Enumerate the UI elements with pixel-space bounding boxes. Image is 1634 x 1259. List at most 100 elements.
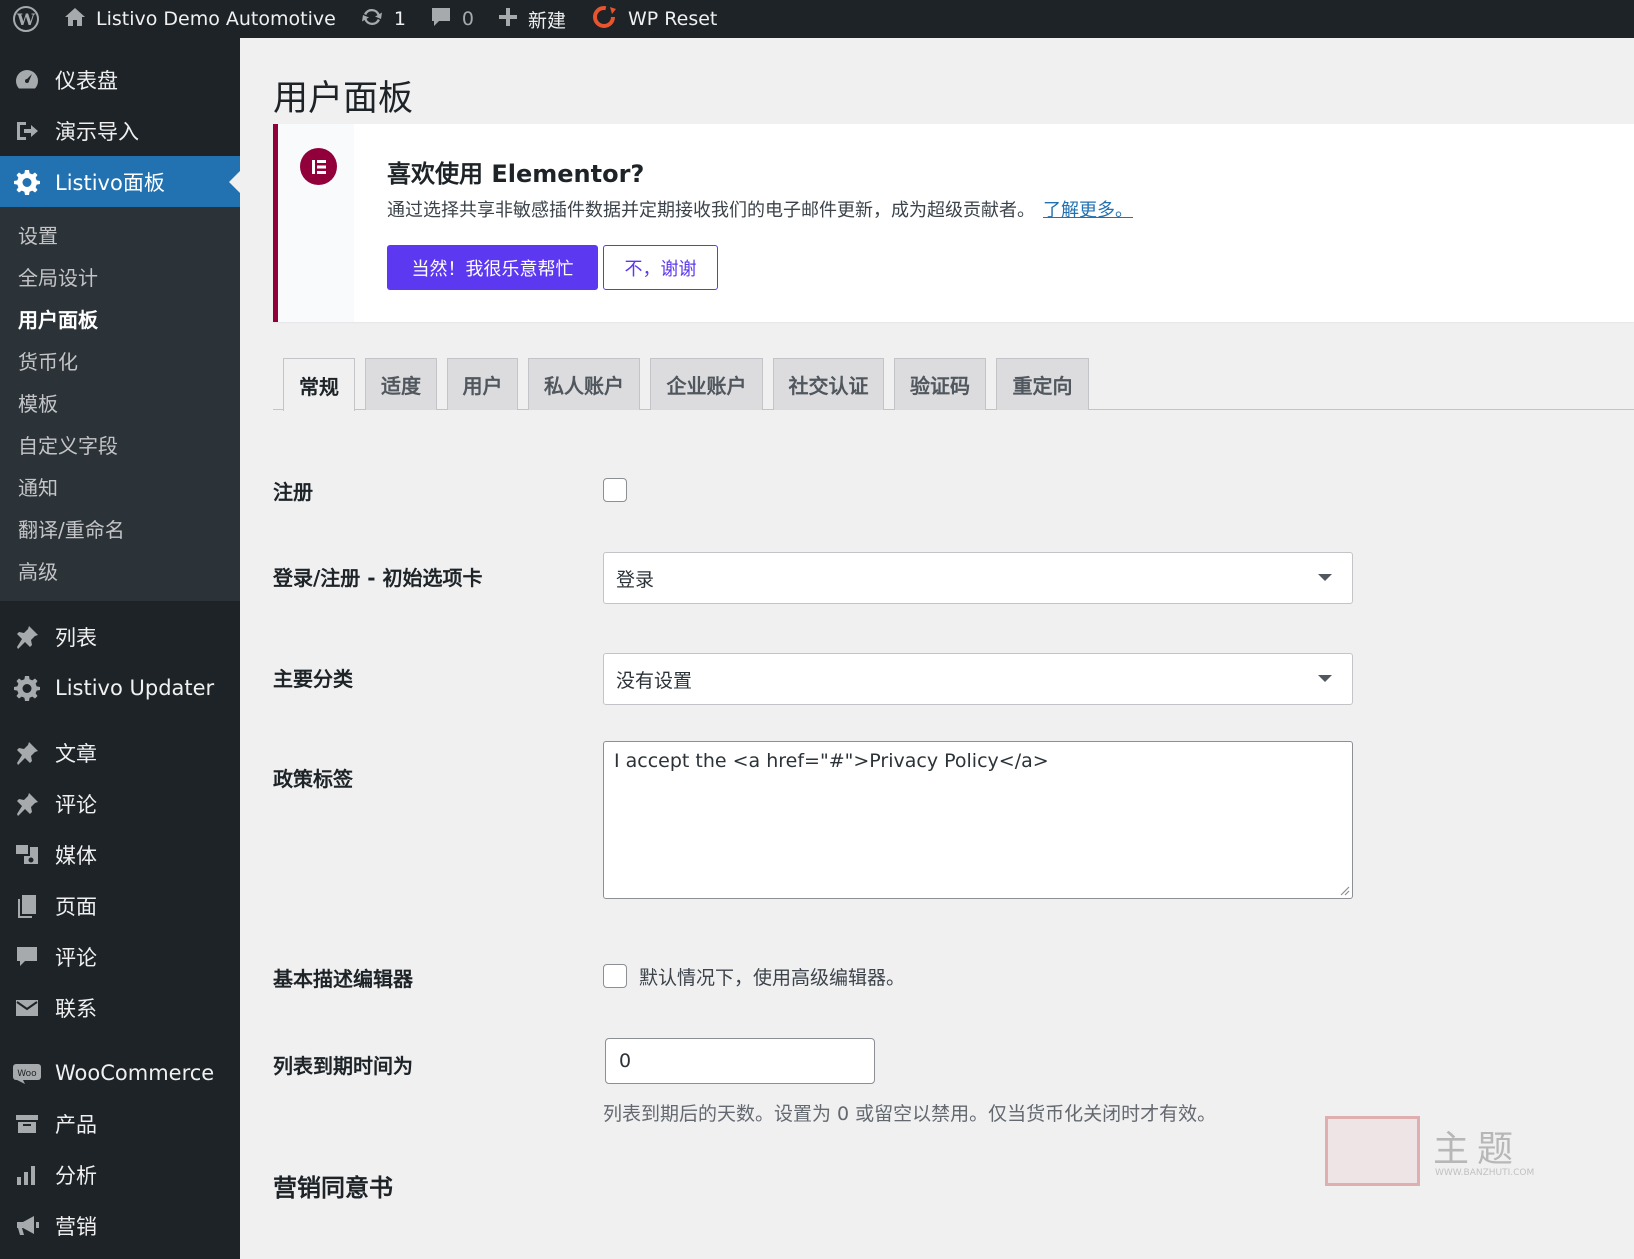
menu-dashboard[interactable]: 仪表盘 (0, 54, 240, 105)
main-category-select[interactable]: 没有设置 (603, 653, 1353, 705)
menu-woocommerce[interactable]: Woo WooCommerce (0, 1047, 240, 1098)
comment-icon (430, 6, 452, 33)
initial-tab-select[interactable]: 登录 (603, 552, 1353, 604)
accept-share-button[interactable]: 当然！我很乐意帮忙 (387, 245, 598, 290)
menu-listivo-updater[interactable]: Listivo Updater (0, 662, 240, 713)
marketing-consent-heading: 营销同意书 (273, 1174, 393, 1202)
tab-general[interactable]: 常规 (283, 358, 355, 411)
wp-reset-icon (590, 5, 618, 34)
advanced-editor-checkbox[interactable] (603, 964, 627, 988)
elementor-logo-icon (300, 148, 337, 185)
menu-marketing-label: 营销 (55, 1214, 97, 1239)
menu-dashboard-label: 仪表盘 (55, 68, 118, 93)
dashboard-icon (13, 66, 41, 94)
submenu-item-user-panel[interactable]: 用户面板 (0, 299, 240, 341)
menu-contact[interactable]: 联系 (0, 982, 240, 1033)
woocommerce-icon: Woo (13, 1059, 41, 1087)
plus-icon (498, 7, 518, 32)
initial-tab-value: 登录 (616, 568, 655, 591)
admin-bar: W Listivo Demo Automotive 1 0 新建 WP Rese… (0, 0, 1634, 38)
submenu-item-global-design[interactable]: 全局设计 (0, 257, 240, 299)
menu-reviews-label: 评论 (55, 792, 97, 817)
menu-posts[interactable]: 文章 (0, 727, 240, 778)
menu-products[interactable]: 产品 (0, 1098, 240, 1149)
comments-link[interactable]: 0 (418, 0, 486, 38)
policy-label: 政策标签 (273, 767, 353, 791)
tab-users[interactable]: 用户 (447, 358, 518, 410)
main-content: 用户面板 喜欢使用 Elementor? 通过选择共享非敏感插件数据并定期接收我… (240, 38, 1634, 1259)
page-title: 用户面板 (273, 79, 414, 119)
menu-reviews[interactable]: 评论 (0, 778, 240, 829)
menu-comments-label: 评论 (55, 945, 97, 970)
notice-title: 喜欢使用 Elementor? (387, 160, 645, 188)
editor-label: 基本描述编辑器 (273, 967, 413, 991)
policy-text: I accept the <a href="#">Privacy Policy<… (614, 750, 1049, 772)
menu-pages-label: 页面 (55, 894, 97, 919)
svg-text:Woo: Woo (17, 1069, 37, 1079)
decline-button[interactable]: 不，谢谢 (603, 245, 718, 290)
updates-link[interactable]: 1 (348, 0, 418, 38)
tab-private-account[interactable]: 私人账户 (528, 358, 640, 410)
menu-listivo-panel[interactable]: Listivo面板 (0, 156, 240, 207)
submenu-item-custom-fields[interactable]: 自定义字段 (0, 425, 240, 467)
registration-label: 注册 (273, 480, 313, 504)
expire-days-input[interactable]: 0 (605, 1038, 875, 1084)
settings-tabs: 常规 适度 用户 私人账户 企业账户 社交认证 验证码 重定向 (273, 358, 1634, 411)
watermark-text: 主题 (1433, 1129, 1522, 1170)
notice-text: 通过选择共享非敏感插件数据并定期接收我们的电子邮件更新，成为超级贡献者。 了解更多… (387, 196, 1133, 222)
expire-help-text: 列表到期后的天数。设置为 0 或留空以禁用。仅当货币化关闭时才有效。 (603, 1103, 1217, 1125)
svg-text:W: W (16, 10, 36, 29)
new-label: 新建 (528, 9, 567, 32)
tab-social-auth[interactable]: 社交认证 (773, 358, 884, 410)
tab-business-account[interactable]: 企业账户 (650, 358, 763, 410)
menu-comments[interactable]: 评论 (0, 931, 240, 982)
menu-listings-label: 列表 (55, 625, 97, 650)
submenu-item-advanced[interactable]: 高级 (0, 551, 240, 593)
updates-icon (360, 6, 384, 33)
menu-demo-import[interactable]: 演示导入 (0, 105, 240, 156)
submenu-item-notifications[interactable]: 通知 (0, 467, 240, 509)
menu-products-label: 产品 (55, 1112, 97, 1137)
pin-icon (13, 739, 41, 767)
main-category-value: 没有设置 (616, 669, 693, 692)
wp-reset-label: WP Reset (628, 8, 718, 30)
submenu-item-templates[interactable]: 模板 (0, 383, 240, 425)
resize-grip-icon[interactable] (1338, 884, 1350, 896)
menu-pages[interactable]: 页面 (0, 880, 240, 931)
main-category-label: 主要分类 (273, 667, 353, 691)
watermark-url: WWW.BANZHUTI.COM (1435, 1168, 1535, 1178)
notice-icon-column (278, 124, 354, 322)
tab-redirect[interactable]: 重定向 (996, 358, 1089, 410)
tab-moderation[interactable]: 适度 (365, 358, 437, 410)
new-content-link[interactable]: 新建 (486, 0, 578, 38)
submenu-item-settings[interactable]: 设置 (0, 215, 240, 257)
menu-marketing[interactable]: 营销 (0, 1200, 240, 1251)
bar-chart-icon (13, 1161, 41, 1189)
submenu-item-monetization[interactable]: 货币化 (0, 341, 240, 383)
wordpress-logo-icon[interactable]: W (0, 0, 52, 38)
pin-icon (13, 623, 41, 651)
submenu-item-translate[interactable]: 翻译/重命名 (0, 509, 240, 551)
menu-analytics[interactable]: 分析 (0, 1149, 240, 1200)
menu-posts-label: 文章 (55, 741, 97, 766)
initial-tab-label: 登录/注册 - 初始选项卡 (273, 566, 483, 590)
products-icon (13, 1110, 41, 1138)
tab-captcha[interactable]: 验证码 (894, 358, 986, 410)
envelope-icon (13, 994, 41, 1022)
registration-checkbox[interactable] (603, 478, 627, 502)
home-icon (64, 7, 86, 32)
advanced-editor-checkbox-label[interactable]: 默认情况下，使用高级编辑器。 (639, 963, 905, 990)
learn-more-link[interactable]: 了解更多。 (1043, 200, 1133, 221)
comments-count: 0 (461, 8, 474, 30)
expire-days-value: 0 (619, 1050, 632, 1072)
listivo-submenu: 设置 全局设计 用户面板 货币化 模板 自定义字段 通知 翻译/重命名 高级 (0, 207, 240, 601)
policy-textarea[interactable]: I accept the <a href="#">Privacy Policy<… (603, 741, 1353, 899)
comment-icon (13, 943, 41, 971)
wp-reset-link[interactable]: WP Reset (578, 0, 729, 38)
menu-listivo-panel-label: Listivo面板 (55, 170, 165, 195)
menu-listings[interactable]: 列表 (0, 611, 240, 662)
menu-media[interactable]: 媒体 (0, 829, 240, 880)
watermark-seal (1325, 1116, 1420, 1186)
site-name-link[interactable]: Listivo Demo Automotive (52, 0, 348, 38)
chevron-down-icon (1318, 574, 1332, 581)
